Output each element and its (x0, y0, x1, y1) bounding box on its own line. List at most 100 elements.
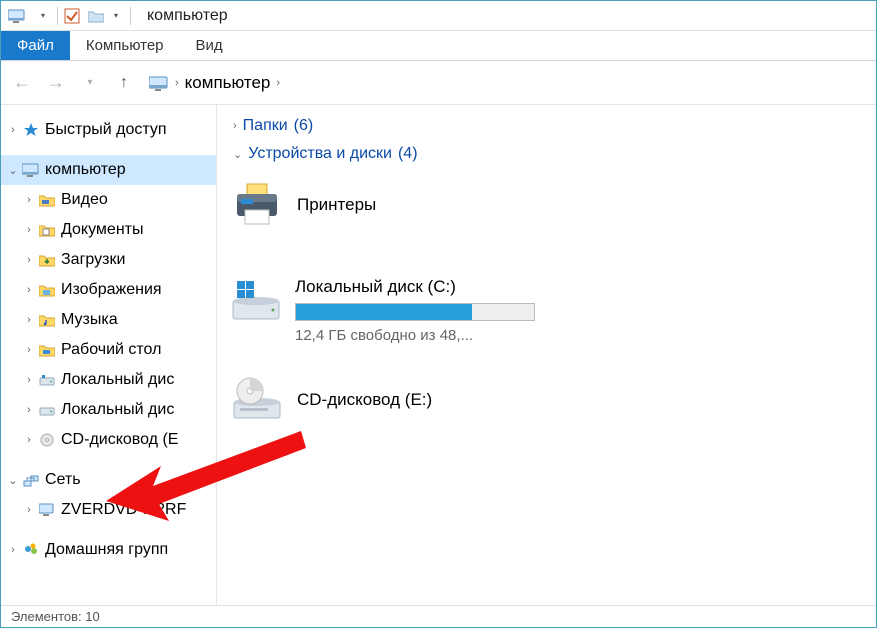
chevron-right-icon[interactable]: › (5, 544, 21, 556)
tab-file[interactable]: Файл (1, 31, 70, 60)
explorer-window: ▾ ▾ компьютер Файл Компьютер Вид ← → ▾ ↑… (0, 0, 877, 628)
nav-label: Изображения (61, 281, 162, 299)
homegroup-icon (21, 542, 41, 558)
chevron-right-icon[interactable]: › (21, 284, 37, 296)
item-cd-drive[interactable]: CD-дисковод (E:) (229, 368, 529, 432)
back-button[interactable]: ← (9, 70, 35, 96)
nav-computer[interactable]: ⌄ компьютер (1, 155, 216, 185)
chevron-down-icon[interactable]: ⌄ (5, 164, 21, 177)
tab-view[interactable]: Вид (180, 31, 239, 60)
computer-icon (21, 163, 41, 177)
folder-pictures-icon (37, 283, 57, 297)
nav-label: Музыка (61, 311, 118, 329)
nav-label: Рабочий стол (61, 341, 161, 359)
up-button[interactable]: ↑ (111, 70, 137, 96)
nav-label: Локальный дис (61, 371, 174, 389)
forward-button[interactable]: → (43, 70, 69, 96)
separator (130, 7, 131, 25)
cd-drive-icon (37, 432, 57, 448)
group-devices[interactable]: ⌄ Устройства и диски (4) (233, 145, 864, 163)
drive-icon (229, 277, 283, 344)
group-label: Папки (243, 117, 288, 135)
nav-label: Сеть (45, 471, 81, 489)
qat-new-folder[interactable] (86, 6, 106, 26)
titlebar: ▾ ▾ компьютер (1, 1, 876, 31)
devices-row-2: CD-дисковод (E:) (229, 368, 864, 432)
tab-computer[interactable]: Компьютер (70, 31, 180, 60)
nav-label: Быстрый доступ (45, 121, 167, 139)
group-label: Устройства и диски (248, 145, 392, 163)
body: › Быстрый доступ ⌄ компьютер › Видео (1, 105, 876, 605)
cd-drive-icon (229, 376, 285, 424)
item-local-disk-c[interactable]: Локальный диск (C:) 12,4 ГБ свободно из … (229, 277, 539, 344)
nav-downloads[interactable]: › Загрузки (1, 245, 216, 275)
drive-name: Локальный диск (C:) (295, 277, 535, 297)
nav-local-disk-2[interactable]: › Локальный дис (1, 395, 216, 425)
group-count: (4) (398, 145, 418, 163)
nav-music[interactable]: › Музыка (1, 305, 216, 335)
chevron-right-icon[interactable]: › (5, 124, 21, 136)
status-item-count: Элементов: 10 (11, 609, 100, 624)
item-printers[interactable]: Принтеры (229, 173, 529, 237)
qat-dropdown-1[interactable]: ▾ (33, 6, 53, 26)
nav-homegroup[interactable]: › Домашняя групп (1, 535, 216, 565)
qat-dropdown-2[interactable]: ▾ (106, 6, 126, 26)
chevron-right-icon[interactable]: › (21, 194, 37, 206)
folder-video-icon (37, 193, 57, 207)
chevron-right-icon[interactable]: › (175, 77, 179, 89)
nav-label: Видео (61, 191, 108, 209)
chevron-right-icon[interactable]: › (21, 344, 37, 356)
nav-label: компьютер (45, 161, 126, 179)
nav-cd-drive[interactable]: › CD-дисковод (E (1, 425, 216, 455)
folder-music-icon (37, 313, 57, 327)
nav-network-pc[interactable]: › ZVERDVD-I42RF (1, 495, 216, 525)
ribbon: Файл Компьютер Вид (1, 31, 876, 61)
nav-label: Документы (61, 221, 143, 239)
address-row: ← → ▾ ↑ › компьютер › (1, 61, 876, 105)
qat-properties[interactable] (62, 6, 82, 26)
nav-local-disk-1[interactable]: › Локальный дис (1, 365, 216, 395)
chevron-right-icon[interactable]: › (21, 314, 37, 326)
computer-icon (37, 503, 57, 517)
folder-documents-icon (37, 223, 57, 237)
chevron-right-icon[interactable]: › (21, 254, 37, 266)
chevron-right-icon[interactable]: › (21, 404, 37, 416)
drive-icon (37, 403, 57, 417)
address-bar[interactable]: › компьютер › (145, 68, 868, 98)
drive-usage-bar (295, 303, 535, 321)
nav-pictures[interactable]: › Изображения (1, 275, 216, 305)
content-pane: › Папки (6) ⌄ Устройства и диски (4) (217, 105, 876, 605)
recent-dropdown[interactable]: ▾ (77, 70, 103, 96)
chevron-right-icon[interactable]: › (21, 224, 37, 236)
nav-label: Домашняя групп (45, 541, 168, 559)
separator (57, 7, 58, 25)
drive-free-text: 12,4 ГБ свободно из 48,... (295, 327, 535, 344)
chevron-right-icon[interactable]: › (276, 77, 280, 89)
address-label: компьютер (185, 73, 271, 93)
nav-documents[interactable]: › Документы (1, 215, 216, 245)
chevron-right-icon[interactable]: › (21, 504, 37, 516)
item-label: CD-дисковод (E:) (297, 390, 432, 410)
chevron-right-icon[interactable]: › (21, 434, 37, 446)
printer-icon (229, 181, 285, 229)
address-root-icon[interactable] (145, 75, 173, 91)
chevron-right-icon[interactable]: › (21, 374, 37, 386)
nav-network[interactable]: ⌄ Сеть (1, 465, 216, 495)
computer-icon (7, 8, 27, 24)
group-folders[interactable]: › Папки (6) (233, 117, 864, 135)
item-label: Принтеры (297, 195, 376, 215)
nav-label: Локальный дис (61, 401, 174, 419)
chevron-down-icon[interactable]: ⌄ (5, 474, 21, 487)
status-bar: Элементов: 10 (1, 605, 876, 627)
nav-quick-access[interactable]: › Быстрый доступ (1, 115, 216, 145)
network-icon (21, 472, 41, 488)
nav-desktop[interactable]: › Рабочий стол (1, 335, 216, 365)
window-title: компьютер (147, 7, 228, 25)
nav-videos[interactable]: › Видео (1, 185, 216, 215)
navigation-pane: › Быстрый доступ ⌄ компьютер › Видео (1, 105, 217, 605)
devices-row-1: Принтеры (229, 173, 864, 344)
address-segment-computer[interactable]: компьютер (181, 73, 275, 93)
chevron-right-icon: › (233, 120, 237, 132)
group-count: (6) (294, 117, 314, 135)
star-icon (21, 122, 41, 138)
